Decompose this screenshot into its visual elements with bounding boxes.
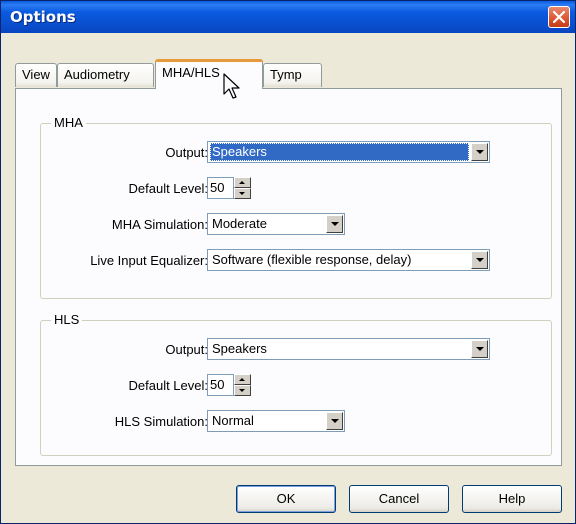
chevron-down-icon[interactable]	[326, 412, 343, 430]
spin-down-icon[interactable]	[234, 385, 251, 396]
mha-equalizer-label: Live Input Equalizer:	[90, 253, 208, 268]
mha-equalizer-value: Software (flexible response, delay)	[212, 252, 412, 267]
hls-group: HLS Output: Speakers Default Level: 50 H…	[40, 312, 552, 456]
spin-up-icon[interactable]	[234, 374, 251, 385]
hls-simulation-value: Normal	[212, 413, 254, 428]
mha-simulation-select[interactable]: Moderate	[207, 213, 345, 235]
hls-group-label: HLS	[51, 312, 83, 327]
options-dialog: Options View Audiometry MHA/HLS Tymp MHA…	[0, 0, 576, 524]
tab-label: View	[22, 67, 50, 82]
tab-audiometry[interactable]: Audiometry	[57, 63, 154, 87]
mouse-cursor-icon	[223, 73, 240, 99]
ok-button[interactable]: OK	[236, 485, 336, 513]
spin-down-icon[interactable]	[234, 188, 251, 199]
hls-default-level-label: Default Level:	[128, 378, 209, 393]
mha-equalizer-select[interactable]: Software (flexible response, delay)	[207, 249, 490, 271]
hls-output-value: Speakers	[212, 341, 267, 356]
hls-output-select[interactable]: Speakers	[207, 338, 490, 360]
tab-tymp[interactable]: Tymp	[263, 63, 322, 87]
mha-simulation-label: MHA Simulation:	[111, 217, 208, 232]
hls-simulation-label: HLS Simulation:	[114, 414, 208, 429]
mha-group: MHA Output: Speakers Default Level: 50 M…	[40, 115, 552, 299]
tab-panel: MHA Output: Speakers Default Level: 50 M…	[15, 88, 562, 466]
mha-default-level-stepper	[234, 177, 251, 199]
chevron-down-icon[interactable]	[326, 215, 343, 233]
hls-output-label: Output:	[165, 342, 208, 357]
tab-mha-hls[interactable]: MHA/HLS	[155, 59, 263, 89]
help-button[interactable]: Help	[462, 485, 562, 513]
hls-default-level-stepper	[234, 374, 251, 396]
close-button[interactable]	[548, 6, 570, 28]
tab-view[interactable]: View	[15, 63, 57, 87]
tab-label: Audiometry	[64, 67, 130, 82]
mha-default-level-input[interactable]: 50	[207, 177, 234, 199]
tab-label: MHA/HLS	[162, 65, 220, 80]
cancel-button[interactable]: Cancel	[349, 485, 449, 513]
hls-default-level-input[interactable]: 50	[207, 374, 234, 396]
close-icon	[553, 11, 565, 23]
chevron-down-icon[interactable]	[471, 340, 488, 358]
mha-group-label: MHA	[51, 115, 86, 130]
window-title: Options	[10, 8, 76, 26]
tab-label: Tymp	[270, 67, 302, 82]
hls-simulation-select[interactable]: Normal	[207, 410, 345, 432]
title-bar[interactable]: Options	[1, 1, 575, 33]
mha-default-level-label: Default Level:	[128, 181, 209, 196]
mha-simulation-value: Moderate	[212, 216, 267, 231]
chevron-down-icon[interactable]	[471, 251, 488, 269]
mha-output-value: Speakers	[210, 143, 469, 161]
mha-output-label: Output:	[165, 145, 208, 160]
mha-output-select[interactable]: Speakers	[207, 141, 490, 163]
spin-up-icon[interactable]	[234, 177, 251, 188]
chevron-down-icon[interactable]	[471, 143, 488, 161]
